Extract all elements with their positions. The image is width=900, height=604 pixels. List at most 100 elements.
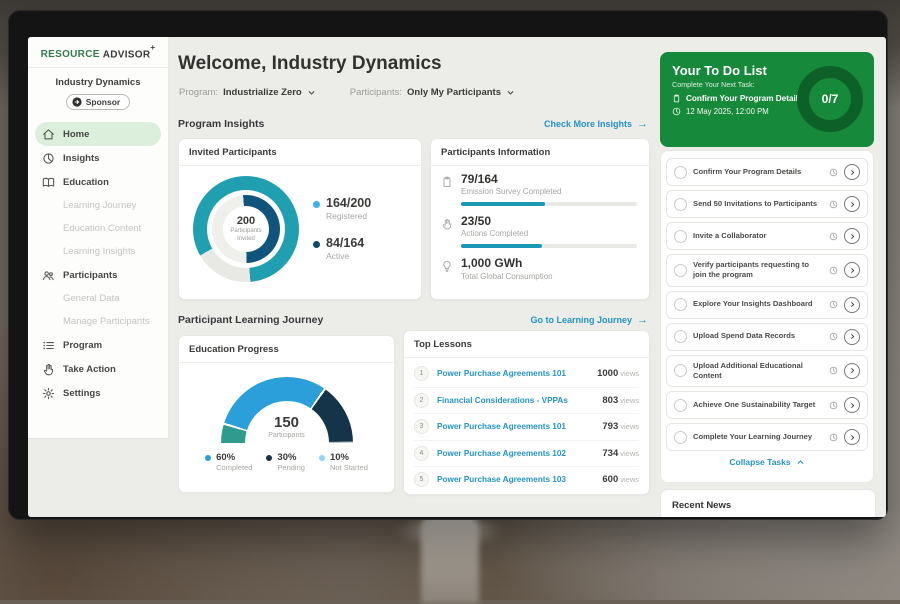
todo-go-button[interactable] — [844, 297, 860, 313]
todo-item[interactable]: Upload Spend Data Records — [666, 323, 868, 351]
lesson-title-link[interactable]: Power Purchase Agreements 101 — [437, 369, 589, 378]
todo-checkbox[interactable] — [674, 431, 687, 444]
monitor-bezel: RESOURCE ADVISOR+ Industry Dynamics Spon… — [8, 10, 888, 520]
todo-item[interactable]: Upload Additional Educational Content — [666, 355, 868, 388]
todo-checkbox[interactable] — [674, 399, 687, 412]
sidebar-nav: Home Insights Education Learning Journey… — [28, 120, 168, 407]
todo-checkbox[interactable] — [674, 364, 687, 377]
sidebar-item-general-data[interactable]: General Data — [35, 287, 161, 310]
todo-list-panel: Confirm Your Program Details Send 50 Inv… — [660, 150, 874, 483]
todo-checkbox[interactable] — [674, 264, 687, 277]
todo-item[interactable]: Invite a Collaborator — [666, 222, 868, 250]
metric-row: 1,000 GWh Total Global Consumption — [441, 257, 637, 280]
participants-filter-label: Participants: — [350, 87, 402, 98]
clipboard-icon — [441, 176, 453, 188]
progress-track — [461, 202, 637, 206]
progress-track — [461, 244, 637, 248]
lesson-rank-badge: 1 — [414, 366, 429, 381]
filter-bar: Program: Industrialize Zero Participants… — [179, 87, 515, 98]
todo-go-button[interactable] — [844, 397, 860, 413]
participants-icon — [42, 269, 55, 282]
collapse-tasks-link[interactable]: Collapse Tasks — [665, 457, 869, 467]
todo-checkbox[interactable] — [674, 166, 687, 179]
lesson-views-suffix: views — [620, 475, 639, 484]
sidebar-item-learning-insights[interactable]: Learning Insights — [35, 240, 161, 263]
legend-item-not-started: 10% Not Started — [319, 452, 368, 472]
lesson-rank-badge: 2 — [414, 393, 429, 408]
todo-go-button[interactable] — [844, 262, 860, 278]
education-progress-card-title: Education Progress — [179, 336, 394, 363]
todo-go-button[interactable] — [844, 164, 860, 180]
clock-icon — [829, 168, 838, 177]
sidebar-item-education-content[interactable]: Education Content — [35, 217, 161, 240]
lesson-views-count: 600 — [602, 474, 618, 485]
lesson-title-link[interactable]: Power Purchase Agreements 103 — [437, 475, 594, 484]
sidebar-item-education[interactable]: Education — [35, 170, 161, 194]
sidebar-item-settings[interactable]: Settings — [35, 381, 161, 405]
todo-checkbox[interactable] — [674, 298, 687, 311]
todo-checkbox[interactable] — [674, 230, 687, 243]
participants-filter-value: Only My Participants — [407, 87, 501, 98]
org-name: Industry Dynamics — [28, 77, 168, 88]
go-to-learning-journey-link[interactable]: Go to Learning Journey → — [530, 314, 648, 326]
check-more-insights-link[interactable]: Check More Insights → — [544, 118, 648, 130]
todo-item[interactable]: Confirm Your Program Details — [666, 158, 868, 186]
todo-item[interactable]: Complete Your Learning Journey — [666, 423, 868, 451]
sponsor-badge[interactable]: Sponsor — [66, 94, 130, 110]
clock-icon — [829, 232, 838, 241]
todo-go-button[interactable] — [844, 429, 860, 445]
top-lessons-card: Top Lessons 1 Power Purchase Agreements … — [403, 330, 650, 495]
sidebar-item-program[interactable]: Program — [35, 333, 161, 357]
progress-fill — [461, 202, 545, 206]
todo-checkbox[interactable] — [674, 198, 687, 211]
gauge-legend: 60% Completed 30% Pending 10% Not Starte… — [205, 452, 368, 472]
lesson-row: 1 Power Purchase Agreements 101 1000view… — [414, 361, 639, 388]
todo-go-button[interactable] — [844, 228, 860, 244]
gauge-center-value: 150 — [245, 414, 329, 431]
donut-center-label: Participants Invited — [226, 228, 266, 243]
clock-icon — [829, 200, 838, 209]
metric-row: 79/164 Emission Survey Completed — [441, 173, 637, 206]
legend-item-pending: 30% Pending — [266, 452, 305, 472]
lesson-title-link[interactable]: Power Purchase Agreements 101 — [437, 422, 594, 431]
todo-item[interactable]: Send 50 Invitations to Participants — [666, 190, 868, 218]
sidebar-item-home[interactable]: Home — [35, 122, 161, 146]
todo-item[interactable]: Achieve One Sustainability Target — [666, 391, 868, 419]
lesson-rank-badge: 4 — [414, 446, 429, 461]
sidebar-item-participants[interactable]: Participants — [35, 263, 161, 287]
clock-icon — [829, 366, 838, 375]
todo-item[interactable]: Explore Your Insights Dashboard — [666, 291, 868, 319]
invited-participants-card-title: Invited Participants — [179, 139, 421, 166]
todo-go-button[interactable] — [844, 329, 860, 345]
donut-legend: 164/200 Registered 84/164 Active — [313, 197, 371, 261]
program-filter-value: Industrialize Zero — [223, 87, 302, 98]
todo-checkbox[interactable] — [674, 330, 687, 343]
lesson-title-link[interactable]: Power Purchase Agreements 102 — [437, 449, 594, 458]
lesson-title-link[interactable]: Financial Considerations - VPPAs — [437, 396, 594, 405]
clock-icon — [829, 266, 838, 275]
lesson-rank-badge: 5 — [414, 472, 429, 487]
take-action-icon — [42, 363, 55, 376]
participants-filter-dropdown[interactable]: Participants: Only My Participants — [350, 87, 515, 98]
sidebar-item-manage-participants[interactable]: Manage Participants — [35, 310, 161, 333]
clock-icon — [672, 107, 681, 116]
lesson-row: 4 Power Purchase Agreements 102 734views — [414, 441, 639, 468]
sidebar-item-learning-journey[interactable]: Learning Journey — [35, 194, 161, 217]
send-icon — [72, 97, 82, 107]
dashboard-screen: RESOURCE ADVISOR+ Industry Dynamics Spon… — [28, 37, 886, 517]
lesson-views-count: 734 — [602, 448, 618, 459]
learning-journey-header: Participant Learning Journey Go to Learn… — [178, 314, 648, 326]
todo-go-button[interactable] — [844, 363, 860, 379]
todo-item[interactable]: Verify participants requesting to join t… — [666, 254, 868, 287]
invited-participants-card: Invited Participants 200 Participants In… — [178, 138, 422, 300]
program-insights-title: Program Insights — [178, 118, 264, 130]
sidebar-item-take-action[interactable]: Take Action — [35, 357, 161, 381]
education-progress-card: Education Progress 150 Participants 60% … — [178, 335, 395, 493]
legend-item-active: 84/164 Active — [313, 237, 371, 261]
clock-icon — [829, 401, 838, 410]
program-filter-dropdown[interactable]: Program: Industrialize Zero — [179, 87, 316, 98]
sidebar-item-insights[interactable]: Insights — [35, 146, 161, 170]
todo-go-button[interactable] — [844, 196, 860, 212]
program-insights-header: Program Insights Check More Insights → — [178, 118, 648, 130]
arrow-right-icon: → — [637, 118, 648, 130]
